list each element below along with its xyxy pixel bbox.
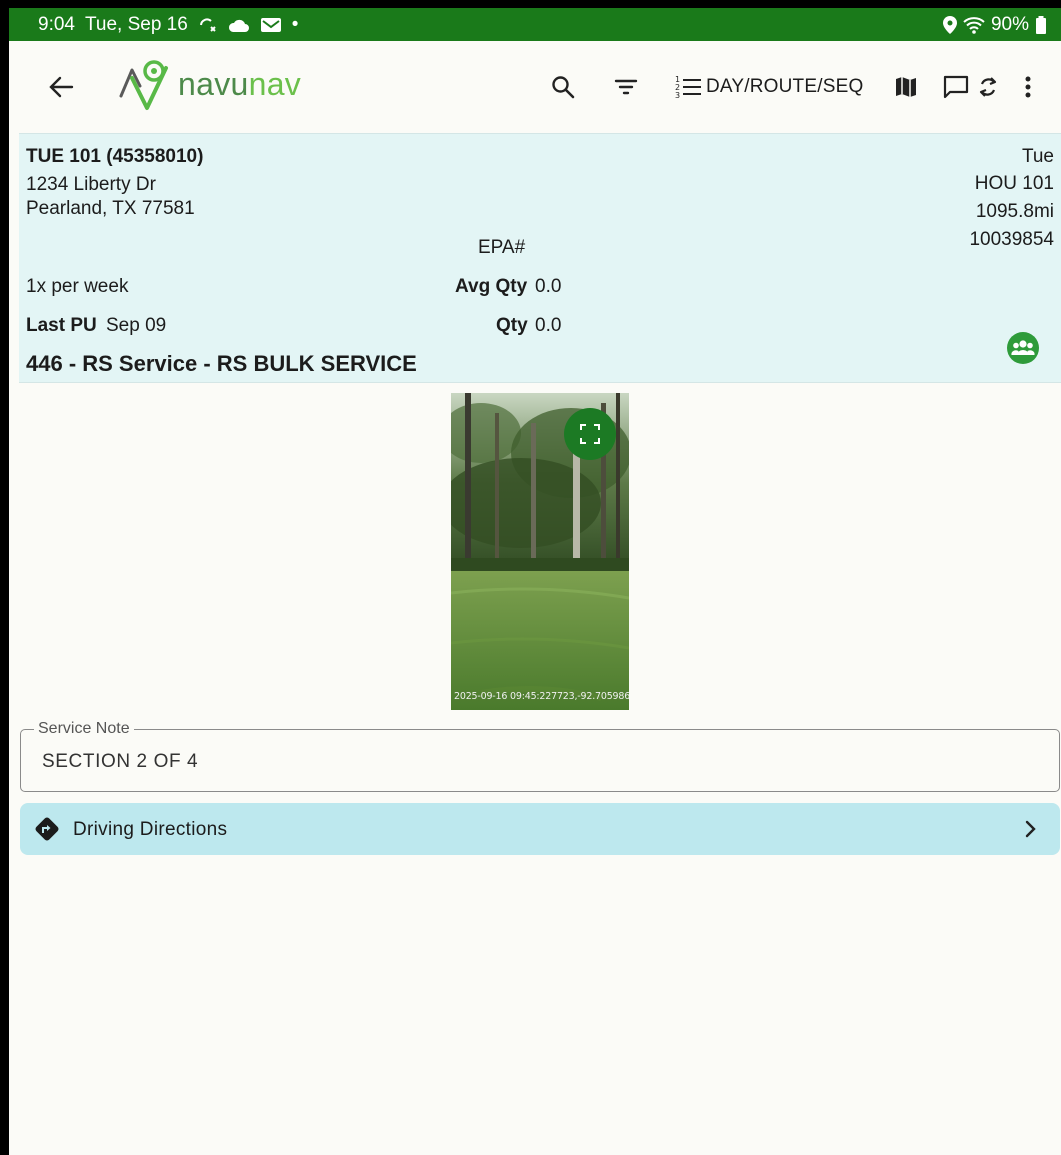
navunav-logo-icon: [119, 60, 168, 110]
service-note-value: SECTION 2 OF 4: [42, 751, 199, 772]
epa-label: EPA#: [478, 237, 526, 258]
stop-info-card: TUE 101 (45358010) 1234 Liberty Dr Pearl…: [19, 133, 1061, 383]
sync-icon: [979, 77, 997, 97]
photo-timestamp: 2025-09-16 09:45:227723,-92.705986: [454, 691, 629, 702]
directions-icon: [35, 817, 59, 841]
cloud-icon: [228, 17, 250, 33]
app-screen: 9:04 Tue, Sep 16 • 90% navunav 1 2 3 DAY…: [9, 8, 1061, 1155]
distance: 1095.8mi: [975, 201, 1054, 222]
battery-percent: 90%: [990, 13, 1029, 35]
group-contacts-button[interactable]: [1007, 332, 1039, 364]
group-icon: [1007, 332, 1039, 364]
message-button[interactable]: [941, 71, 971, 103]
mail-icon: [260, 16, 282, 34]
svg-text:3: 3: [675, 91, 680, 100]
sort-order-button[interactable]: 1 2 3 DAY/ROUTE/SEQ: [674, 71, 863, 103]
status-bar: 9:04 Tue, Sep 16 • 90%: [9, 8, 1061, 41]
map-button[interactable]: [892, 71, 920, 103]
account-number: 10039854: [969, 229, 1054, 250]
service-day: Tue: [1021, 146, 1054, 167]
location-icon: [942, 15, 957, 34]
chat-bubble-icon: [943, 75, 969, 99]
address-line-2: Pearland, TX 77581: [26, 198, 195, 219]
chevron-right-icon: [1025, 820, 1036, 838]
app-logo: navunav: [118, 56, 301, 112]
driving-directions-button[interactable]: Driving Directions: [20, 803, 1060, 855]
search-button[interactable]: [546, 71, 580, 103]
pickup-frequency: 1x per week: [26, 276, 129, 297]
service-note-label: Service Note: [34, 720, 134, 738]
stop-title: TUE 101 (45358010): [26, 146, 204, 167]
more-vertical-icon: [1025, 76, 1031, 98]
logo-wordmark: navunav: [178, 66, 301, 103]
app-bar: navunav 1 2 3 DAY/ROUTE/SEQ: [9, 41, 1061, 131]
logo-wordmark-part2: nav: [248, 65, 302, 102]
battery-icon: [1035, 15, 1047, 34]
status-date: Tue, Sep 16: [84, 13, 188, 35]
status-time: 9:04: [38, 13, 75, 35]
route-code: HOU 101: [974, 173, 1054, 194]
logo-wordmark-part1: navu: [178, 65, 249, 102]
qty-value: 0.0: [535, 315, 562, 336]
last-pickup-label: Last PU: [26, 315, 97, 336]
filter-icon: [614, 79, 638, 95]
overflow-menu-button[interactable]: [1017, 71, 1039, 103]
avg-qty-label: Avg Qty: [455, 276, 528, 297]
expand-icon: [580, 424, 600, 444]
call-notification-icon: [198, 16, 218, 34]
sort-order-label: DAY/ROUTE/SEQ: [706, 76, 864, 97]
numbered-list-icon: 1 2 3: [675, 75, 701, 100]
filter-button[interactable]: [609, 71, 643, 103]
map-icon: [896, 77, 916, 97]
fullscreen-button[interactable]: [564, 408, 616, 460]
address-line-1: 1234 Liberty Dr: [26, 174, 156, 195]
service-title: 446 - RS Service - RS BULK SERVICE: [26, 351, 417, 376]
arrow-back-icon: [49, 76, 74, 98]
back-button[interactable]: [45, 71, 77, 103]
qty-label: Qty: [496, 315, 528, 336]
status-more-dot: •: [291, 13, 299, 35]
stop-photo[interactable]: 2025-09-16 09:45:227723,-92.705986: [451, 393, 629, 710]
search-icon: [552, 76, 575, 99]
wifi-icon: [963, 16, 985, 34]
avg-qty-value: 0.0: [535, 276, 562, 297]
service-note-field[interactable]: Service Note SECTION 2 OF 4: [20, 720, 1060, 792]
driving-directions-label: Driving Directions: [73, 819, 228, 840]
sync-button[interactable]: [975, 71, 1001, 103]
last-pickup-value: Sep 09: [106, 315, 167, 336]
